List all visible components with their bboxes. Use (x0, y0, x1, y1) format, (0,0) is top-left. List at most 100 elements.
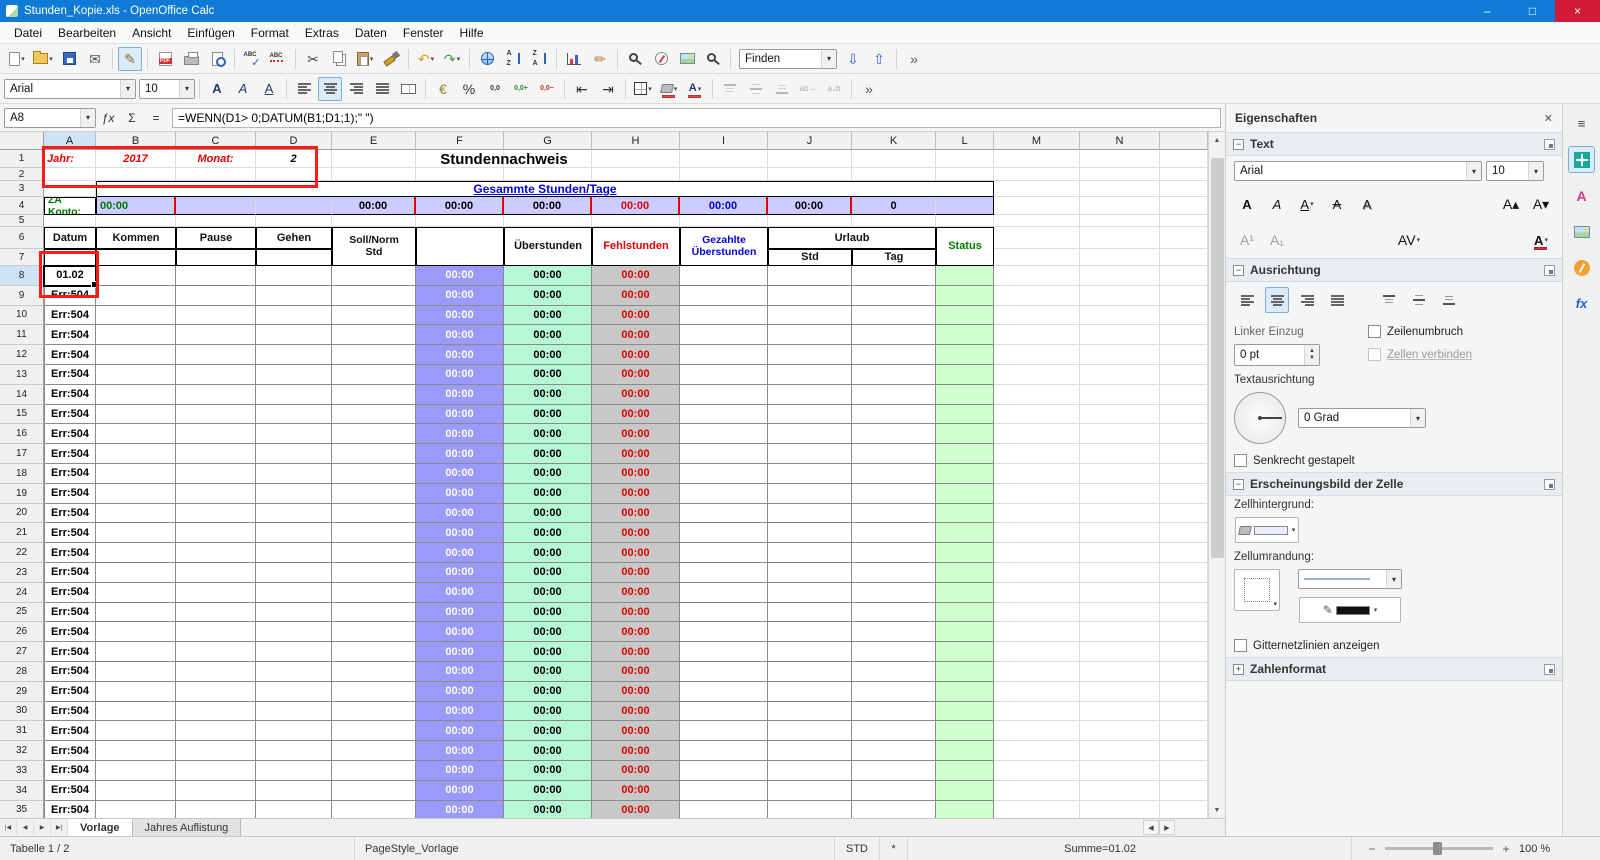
cell-I23[interactable] (680, 562, 768, 583)
row-header-27[interactable]: 27 (0, 642, 44, 662)
cell-F18[interactable]: 00:00 (416, 463, 504, 484)
cell-N6[interactable] (1080, 227, 1160, 249)
cell-A15[interactable]: Err:504 (44, 404, 96, 425)
percent-format-button[interactable]: % (457, 77, 481, 101)
cell-N5[interactable] (1080, 215, 1160, 227)
vertical-scroll-thumb[interactable] (1210, 158, 1224, 558)
cell-A35[interactable]: Err:504 (44, 800, 96, 818)
cell-M1[interactable] (994, 150, 1080, 168)
sidebar-shadow-button[interactable]: A (1355, 191, 1379, 217)
sidebar-align-bottom-button[interactable] (1437, 287, 1461, 313)
cell-L9[interactable] (936, 285, 994, 306)
cell-A5[interactable] (44, 215, 96, 227)
row-header-33[interactable]: 33 (0, 760, 44, 781)
cell-H15[interactable]: 00:00 (592, 404, 680, 425)
cell-E27[interactable] (332, 642, 416, 662)
cell-E13[interactable] (332, 364, 416, 385)
cell-D16[interactable] (256, 424, 332, 445)
cell-L31[interactable] (936, 721, 994, 742)
collapse-icon[interactable]: − (1233, 478, 1244, 490)
cell-J5[interactable] (768, 215, 852, 227)
sidebar-align-center-button[interactable] (1265, 287, 1289, 313)
cell-I25[interactable] (680, 602, 768, 623)
decrease-font-size-button[interactable]: A▾ (1529, 191, 1553, 217)
cell-N26[interactable] (1080, 622, 1160, 643)
cell-C26[interactable] (176, 622, 256, 643)
cell-N31[interactable] (1080, 721, 1160, 742)
cell-L21[interactable] (936, 523, 994, 544)
draw-functions-button[interactable]: ✏ (588, 47, 612, 71)
cell-M10[interactable] (994, 305, 1080, 326)
cell-G25[interactable]: 00:00 (504, 602, 592, 623)
cell-C12[interactable] (176, 345, 256, 365)
cell-E24[interactable] (332, 582, 416, 603)
find-replace-button[interactable] (623, 47, 647, 71)
tab-navigator[interactable] (1568, 254, 1595, 281)
zoom-slider[interactable] (1385, 842, 1493, 855)
cell-L13[interactable] (936, 364, 994, 385)
cell-F33[interactable]: 00:00 (416, 760, 504, 781)
font-size-select[interactable]: 10 ▾ (139, 78, 195, 99)
row-header-20[interactable]: 20 (0, 503, 44, 524)
cell-E1[interactable] (332, 150, 416, 168)
character-spacing-button[interactable]: AV ▾ (1397, 227, 1421, 253)
cell-C28[interactable] (176, 661, 256, 682)
column-header-F[interactable]: F (416, 132, 504, 150)
cell-G5[interactable] (504, 215, 592, 227)
cell-D26[interactable] (256, 622, 332, 643)
zoom-button[interactable] (701, 47, 725, 71)
cell-E30[interactable] (332, 701, 416, 722)
cell-D10[interactable] (256, 305, 332, 326)
row-header-10[interactable]: 10 (0, 305, 44, 326)
sheet-tab-jahres-auflistung[interactable]: Jahres Auflistung (132, 819, 242, 836)
cell-A13[interactable]: Err:504 (44, 364, 96, 385)
cell-B5[interactable] (96, 215, 176, 227)
gallery-button[interactable] (675, 47, 699, 71)
cell-B11[interactable] (96, 325, 176, 346)
cell-I2[interactable] (680, 168, 768, 181)
cell-D20[interactable] (256, 503, 332, 524)
cell-E11[interactable] (332, 325, 416, 346)
cell-G11[interactable]: 00:00 (504, 325, 592, 346)
cell-A17[interactable]: Err:504 (44, 444, 96, 464)
cell-K24[interactable] (852, 582, 936, 603)
cell-M32[interactable] (994, 741, 1080, 761)
wrap-text-checkbox[interactable]: Zeilenumbruch (1368, 325, 1472, 338)
row-header-16[interactable]: 16 (0, 424, 44, 445)
cell-H16[interactable]: 00:00 (592, 424, 680, 445)
cell-F5[interactable] (416, 215, 504, 227)
cell-N17[interactable] (1080, 444, 1160, 464)
cell-D34[interactable] (256, 780, 332, 801)
align-right-button[interactable] (344, 77, 368, 101)
cell-J15[interactable] (768, 404, 852, 425)
cell-H21[interactable]: 00:00 (592, 523, 680, 544)
spelling-button[interactable] (240, 47, 264, 71)
cell-M3[interactable] (994, 181, 1080, 197)
cell-K17[interactable] (852, 444, 936, 464)
cell-A34[interactable]: Err:504 (44, 780, 96, 801)
cell-F12[interactable]: 00:00 (416, 345, 504, 365)
cell-H22[interactable]: 00:00 (592, 543, 680, 563)
cell-E18[interactable] (332, 463, 416, 484)
cell-A18[interactable]: Err:504 (44, 463, 96, 484)
cell-D18[interactable] (256, 463, 332, 484)
cell-K29[interactable] (852, 681, 936, 702)
cell-I31[interactable] (680, 721, 768, 742)
cell-H33[interactable]: 00:00 (592, 760, 680, 781)
cell-D9[interactable] (256, 285, 332, 306)
cell-L2[interactable] (936, 168, 994, 181)
row-header-23[interactable]: 23 (0, 562, 44, 583)
cell-G24[interactable]: 00:00 (504, 582, 592, 603)
row-header-30[interactable]: 30 (0, 701, 44, 722)
cell-L25[interactable] (936, 602, 994, 623)
cell-B13[interactable] (96, 364, 176, 385)
cell-H27[interactable]: 00:00 (592, 642, 680, 662)
cell-D11[interactable] (256, 325, 332, 346)
cell-F21[interactable]: 00:00 (416, 523, 504, 544)
sum-display[interactable]: Summe=01.02 (908, 837, 1352, 860)
cell-H11[interactable]: 00:00 (592, 325, 680, 346)
cell-J8[interactable] (768, 266, 852, 286)
cell-K12[interactable] (852, 345, 936, 365)
cell-H29[interactable]: 00:00 (592, 681, 680, 702)
menu-bearbeiten[interactable]: Bearbeiten (50, 23, 124, 43)
